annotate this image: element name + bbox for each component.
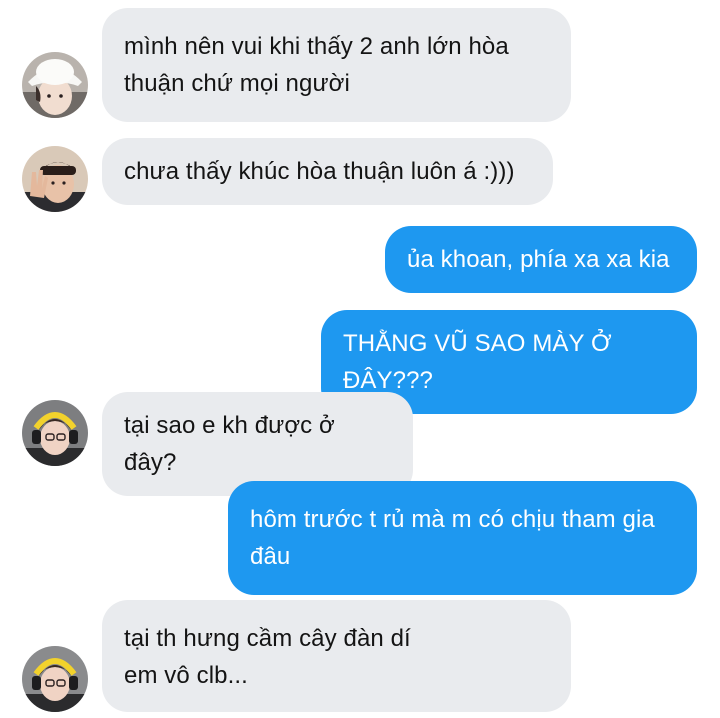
message-bubble-incoming[interactable]: chưa thấy khúc hòa thuận luôn á :))) [102, 138, 553, 205]
message-text: hôm trước t rủ mà m có chịu tham gia đâu [250, 506, 655, 570]
message-text: tại th hưng cầm cây đàn dí em vô clb... [124, 625, 411, 689]
avatar-headset-icon[interactable] [22, 646, 88, 712]
message-text: mình nên vui khi thấy 2 anh lớn hòa thuậ… [124, 33, 509, 97]
message-text: chưa thấy khúc hòa thuận luôn á :))) [124, 158, 515, 185]
message-bubble-incoming[interactable]: tại th hưng cầm cây đàn dí em vô clb... [102, 600, 571, 712]
avatar-headset-icon[interactable] [22, 400, 88, 466]
avatar-waving-boy-icon[interactable] [22, 146, 88, 212]
message-text: tại sao e kh được ở đây? [124, 412, 335, 476]
message-bubble-outgoing[interactable]: ủa khoan, phía xa xa kia [385, 226, 697, 293]
message-bubble-incoming[interactable]: mình nên vui khi thấy 2 anh lớn hòa thuậ… [102, 8, 571, 122]
avatar-bucket-hat-icon[interactable] [22, 52, 88, 118]
message-text: THẰNG VŨ SAO MÀY Ở ĐÂY??? [343, 330, 612, 394]
message-text: ủa khoan, phía xa xa kia [407, 246, 670, 273]
message-bubble-outgoing[interactable]: hôm trước t rủ mà m có chịu tham gia đâu [228, 481, 697, 595]
